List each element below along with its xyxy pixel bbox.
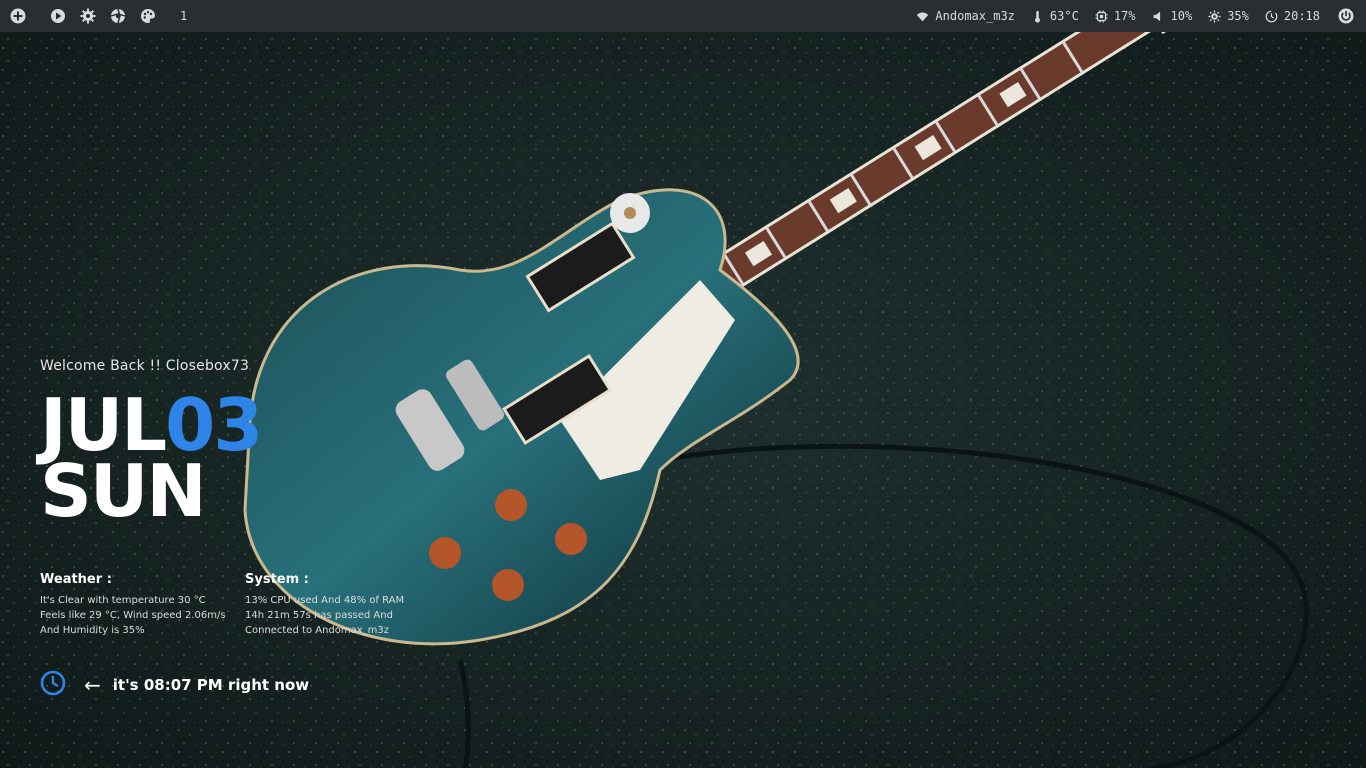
network-name: Andomax_m3z xyxy=(935,9,1015,23)
weather-line: It's Clear with temperature 30 °C xyxy=(40,595,206,606)
power-icon[interactable] xyxy=(1336,6,1356,26)
info-columns: Weather : It's Clear with temperature 30… xyxy=(40,572,450,638)
sun-icon xyxy=(1208,9,1221,23)
gear-icon[interactable] xyxy=(78,6,98,26)
top-bar: 1 Andomax_m3z 63°C 17% 10% 35% 20:18 xyxy=(0,0,1366,32)
arrow-left-icon: ← xyxy=(84,673,101,697)
welcome-message: Welcome Back !! Closebox73 xyxy=(40,358,250,374)
volume-status[interactable]: 10% xyxy=(1152,9,1193,23)
aperture-icon[interactable] xyxy=(108,6,128,26)
system-line: 13% CPU used And 48% of RAM xyxy=(245,595,405,606)
temperature-status: 63°C xyxy=(1031,9,1079,23)
network-status[interactable]: Andomax_m3z xyxy=(916,9,1015,23)
top-bar-left: 1 xyxy=(0,6,187,26)
thermometer-icon xyxy=(1034,10,1040,23)
clock-value: 20:18 xyxy=(1283,9,1320,23)
cpu-icon xyxy=(1095,9,1108,23)
clock-status[interactable]: 20:18 xyxy=(1265,9,1320,23)
system-line: 14h 21m 57s has passed And xyxy=(245,610,393,621)
play-circle-icon[interactable] xyxy=(48,6,68,26)
top-bar-right: Andomax_m3z 63°C 17% 10% 35% 20:18 xyxy=(916,6,1366,26)
weather-line: Feels like 29 °C, Wind speed 2.06m/s xyxy=(40,610,226,621)
current-time-text: it's 08:07 PM right now xyxy=(112,676,310,694)
system-line: Connected to Andomax_m3z xyxy=(245,625,390,636)
system-panel: System : 13% CPU used And 48% of RAM 14h… xyxy=(245,572,450,638)
weather-panel: Weather : It's Clear with temperature 30… xyxy=(40,572,245,638)
temperature-value: 63°C xyxy=(1049,9,1079,23)
cpu-status: 17% xyxy=(1095,9,1136,23)
date-weekday: SUN xyxy=(40,449,207,534)
brightness-status[interactable]: 35% xyxy=(1208,9,1249,23)
workspace-number[interactable]: 1 xyxy=(180,9,187,23)
weather-title: Weather : xyxy=(40,572,112,587)
desktop-widget: Welcome Back !! Closebox73 JUL03 SUN Wea… xyxy=(40,358,404,636)
palette-icon[interactable] xyxy=(138,6,158,26)
current-time-line: ← it's 08:07 PM right now xyxy=(40,670,309,700)
plus-circle-icon[interactable] xyxy=(8,6,28,26)
clock-icon xyxy=(40,670,66,700)
brightness-value: 35% xyxy=(1227,9,1249,23)
wifi-icon xyxy=(917,11,929,21)
speaker-icon xyxy=(1153,11,1160,21)
weather-line: And Humidity is 35% xyxy=(40,625,145,636)
clock-icon xyxy=(1265,10,1278,22)
cpu-value: 17% xyxy=(1113,9,1136,23)
volume-value: 10% xyxy=(1170,9,1193,23)
system-title: System : xyxy=(245,572,309,587)
